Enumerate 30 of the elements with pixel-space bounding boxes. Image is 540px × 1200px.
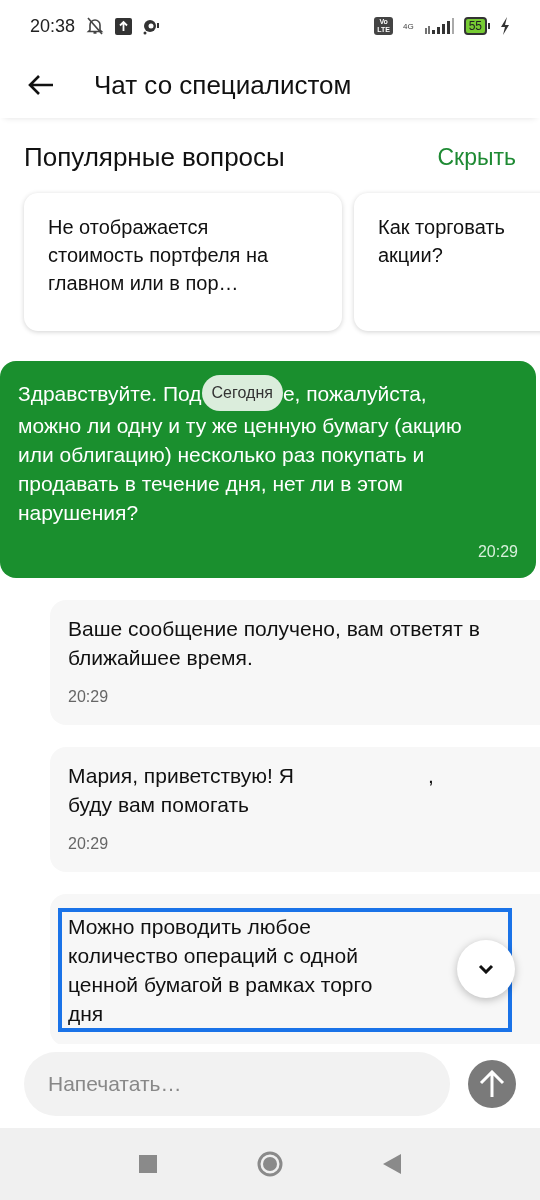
- message-text: Мария, приветствую! Я , буду вам помогать: [68, 763, 434, 818]
- message-time: 20:29: [68, 834, 110, 854]
- message-text: можно ли одну и ту же ценную бумагу (акцию или облигацию) несколько раз покупать и продавать в течение дня, нет ли в этом нарушения?: [18, 413, 463, 526]
- chevron-down-icon: [478, 964, 494, 974]
- clock-time: 20:38: [30, 15, 76, 37]
- message-text: Ваше сообщение получено, вам ответят в ближайшее время.: [68, 616, 481, 671]
- question-card[interactable]: Как торговать акции?: [354, 193, 540, 331]
- message-text: Здравствуйте. Под: [18, 380, 202, 407]
- message-input-field[interactable]: Напечатать…: [24, 1052, 450, 1116]
- network-type: 4G: [402, 21, 414, 31]
- message-text: Можно проводить любое количество операций с одной ценной бумагой в рамках торго дня: [68, 914, 373, 1027]
- back-icon[interactable]: [383, 1154, 401, 1174]
- notification-icon: [142, 17, 161, 35]
- screen-title: Чат со специалистом: [94, 69, 352, 101]
- section-title: Популярные вопросы: [24, 142, 285, 173]
- arrow-up-icon: [479, 1070, 505, 1098]
- message-time: 20:29: [476, 542, 518, 562]
- date-chip: Сегодня: [201, 375, 283, 411]
- signal-icon: [423, 18, 454, 34]
- battery-icon: 55: [463, 17, 490, 35]
- upload-icon: [115, 17, 133, 35]
- send-button[interactable]: [468, 1060, 516, 1108]
- charging-icon: [500, 17, 510, 35]
- message-text: е, пожалуйста,: [282, 380, 427, 407]
- hide-link[interactable]: Скрыть: [437, 144, 516, 171]
- bell-off-icon: [85, 16, 106, 36]
- home-icon[interactable]: [257, 1151, 283, 1177]
- message-time: 20:29: [68, 687, 110, 707]
- back-arrow-icon[interactable]: [28, 74, 54, 96]
- question-card[interactable]: Не отображается стоимость портфеля на главном или в пор…: [24, 193, 342, 331]
